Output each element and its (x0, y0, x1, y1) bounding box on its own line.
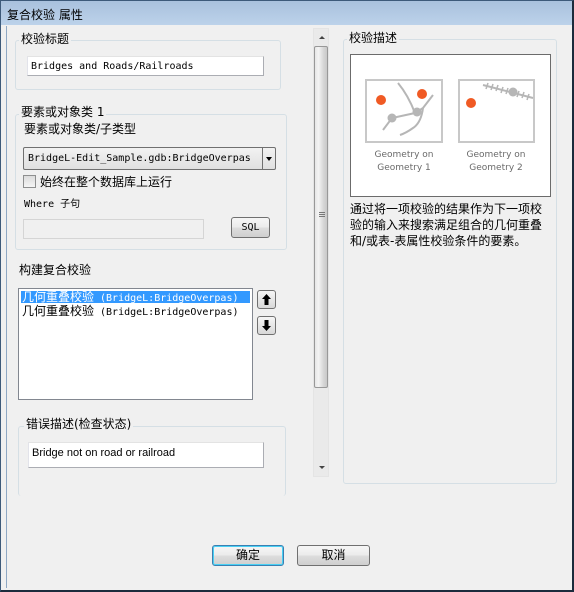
scroll-down-arrow-icon[interactable] (314, 459, 328, 476)
chevron-down-icon[interactable] (262, 148, 275, 169)
geometry-2-caption-line2: Geometry 2 (469, 163, 523, 173)
composite-check-list[interactable]: 几何重叠校验 (BridgeL:BridgeOverpas) 几何重叠校验 (Bri… (18, 288, 253, 400)
description-line: 通过将一项校验的结果作为下一项校 (350, 202, 543, 216)
check-title-value: Bridges and Roads/Railroads (31, 61, 194, 72)
error-description-input[interactable]: Bridge not on road or railroad (28, 442, 264, 468)
dialog-client-area: 校验标题 Bridges and Roads/Railroads 要素或对象类 … (6, 26, 569, 588)
geometry-1-caption-line2: Geometry 1 (377, 163, 431, 173)
window-title: 复合校验 属性 (7, 8, 83, 22)
geometry-1-caption: Geometry on Geometry 1 (364, 149, 444, 175)
grip-line (319, 212, 325, 213)
error-description-value: Bridge not on road or railroad (32, 447, 176, 459)
where-clause-input[interactable] (23, 219, 204, 239)
feature-class-group-title: 要素或对象类 1 (21, 105, 105, 119)
move-down-button[interactable] (257, 316, 276, 335)
geometry-1-caption-line1: Geometry on (374, 150, 434, 160)
geometry-2-caption: Geometry on Geometry 2 (456, 149, 536, 175)
geometry-2-point (466, 98, 476, 108)
grip-line (319, 214, 325, 215)
geometry-1-point (376, 95, 386, 105)
ok-button[interactable]: 确定 (212, 545, 284, 566)
check-description-text: 通过将一项校验的结果作为下一项校 验的输入来搜索满足组合的几何重叠 和/或表-表… (350, 201, 542, 249)
feature-class-selected: BridgeL-Edit_Sample.gdb:BridgeOverpas (28, 153, 251, 164)
build-composite-label: 构建复合校验 (19, 263, 92, 277)
sql-button[interactable]: SQL (231, 217, 270, 238)
cancel-button-label: 取消 (321, 548, 346, 562)
scrollbar-thumb[interactable] (314, 46, 328, 388)
geometry-1-point (417, 89, 427, 99)
list-item-name: 几何重叠校验 (22, 304, 95, 318)
scroll-up-arrow-icon[interactable] (314, 29, 328, 46)
geometry-illustration: Geometry on Geometry 1 Geometry on Geome… (350, 54, 551, 197)
sql-button-label: SQL (241, 222, 260, 233)
vertical-scrollbar[interactable] (313, 28, 329, 477)
list-item-detail: (BridgeL:BridgeOverpas) (100, 293, 239, 304)
feature-class-dropdown[interactable]: BridgeL-Edit_Sample.gdb:BridgeOverpas (23, 147, 276, 170)
geometry-1-vertex (387, 113, 397, 123)
list-item-name: 几何重叠校验 (22, 290, 95, 304)
list-item[interactable]: 几何重叠校验 (BridgeL:BridgeOverpas) (21, 304, 250, 318)
title-bar[interactable]: 复合校验 属性 (1, 1, 572, 25)
properties-dialog: 复合校验 属性 校验标题 Bridges and Roads/Railroads… (0, 0, 574, 592)
description-line: 和/或表-表属性校验条件的要素。 (350, 234, 527, 248)
where-clause-label: Where 子句 (24, 199, 81, 210)
grip-line (319, 216, 325, 217)
always-run-label[interactable]: 始终在整个数据库上运行 (40, 175, 172, 189)
check-description-group-label: 校验描述 (347, 31, 400, 45)
description-line: 验的输入来搜索满足组合的几何重叠 (350, 218, 543, 232)
move-up-button[interactable] (257, 290, 276, 309)
feature-class-group-label: 要素或对象类 1 (19, 105, 107, 119)
arrow-down-icon (262, 320, 271, 331)
geometry-on-geometry-illustration (365, 79, 535, 143)
list-item[interactable]: 几何重叠校验 (BridgeL:BridgeOverpas) (21, 290, 250, 304)
cancel-button[interactable]: 取消 (297, 545, 370, 566)
check-title-input[interactable]: Bridges and Roads/Railroads (27, 56, 264, 76)
ok-button-label: 确定 (235, 548, 260, 562)
geometry-2-vertex (508, 87, 518, 97)
list-item-detail: (BridgeL:BridgeOverpas) (100, 307, 239, 318)
arrow-up-icon (262, 294, 271, 305)
geometry-2-caption-line1: Geometry on (466, 150, 526, 160)
subtype-label: 要素或对象类/子类型 (24, 122, 137, 136)
always-run-checkbox[interactable] (23, 175, 36, 188)
geometry-1-vertex (412, 107, 422, 117)
error-description-group-label: 错误描述(检查状态) (24, 417, 134, 431)
check-title-group-label: 校验标题 (19, 32, 72, 46)
